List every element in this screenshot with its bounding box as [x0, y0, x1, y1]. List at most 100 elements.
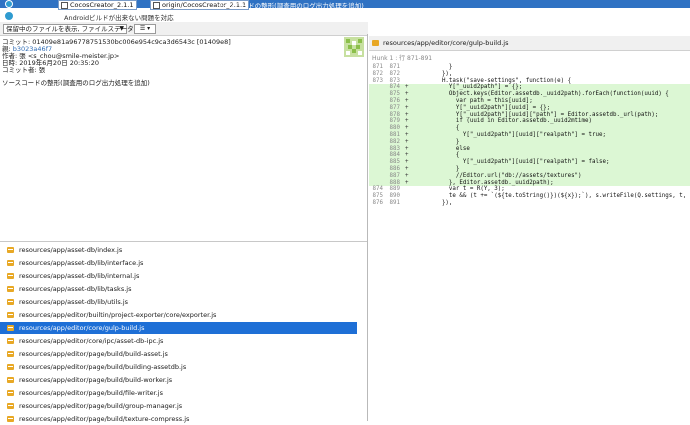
diff-line-added[interactable]: 876 + var path = this[uuid];	[369, 98, 690, 105]
file-list-item[interactable]: resources/app/asset-db/lib/utils.js	[0, 296, 357, 308]
file-view-select[interactable]: 保留中のファイルを表示, ファイルステータス順 ▼	[3, 24, 147, 34]
file-list-item[interactable]: resources/app/asset-db/lib/tasks.js	[0, 283, 357, 295]
old-line-number: 874	[372, 186, 383, 193]
file-list-item[interactable]: resources/app/editor/page/build/texture-…	[0, 413, 357, 425]
diff-line-context[interactable]: 873 873 H.task("save-settings", function(…	[369, 78, 690, 85]
diff-line-added[interactable]: 883 + else	[369, 145, 690, 153]
commit-graph[interactable]: CocosCreator_2.1.1 origin/CocosCreator_2…	[0, 0, 690, 22]
vertical-splitter[interactable]	[367, 34, 368, 421]
commit-row-selected[interactable]: CocosCreator_2.1.1 origin/CocosCreator_2…	[0, 0, 690, 10]
diff-marker: +	[405, 104, 409, 111]
file-list-item[interactable]: resources/app/editor/page/build/file-wri…	[0, 387, 357, 399]
modified-file-icon	[7, 312, 14, 318]
code-text: if (uuid in Editor.assetdb._uuid2mtime)	[421, 118, 593, 125]
modified-file-icon	[7, 260, 14, 266]
code-text: Y["_uuid2path"][uuid]["realpath"] = fals…	[421, 159, 610, 166]
diff-line-added[interactable]: 885 + Y["_uuid2path"][uuid]["realpath"] =…	[369, 159, 690, 166]
file-path: resources/app/editor/core/gulp-build.js	[19, 324, 145, 332]
commit-node-icon	[5, 12, 13, 20]
options-menu-button[interactable]: ☰ ▾	[134, 24, 156, 34]
chevron-down-icon: ▼	[119, 25, 124, 32]
commit-details: コミット: 01409e81a96778751530bc006e954c9ca3…	[0, 36, 367, 241]
new-line-number: 889	[389, 186, 400, 193]
diff-line-added[interactable]: 888 + }, Editor.assetdb._uuid2path);	[369, 179, 690, 187]
diff-line-added[interactable]: 880 + {	[369, 125, 690, 132]
code-text: Y["_uuid2path"][uuid] = {};	[421, 104, 551, 111]
new-line-number: 880	[389, 125, 400, 132]
file-list-item[interactable]: resources/app/asset-db/index.js	[0, 244, 357, 256]
diff-line-added[interactable]: 887 + //Editor.url("db://assets/textures"…	[369, 172, 690, 180]
code-text: //Editor.url("db://assets/textures")	[421, 172, 582, 179]
diff-line-added[interactable]: 878 + Y["_uuid2path"][uuid]["path"] = Edi…	[369, 111, 690, 119]
diff-marker: +	[405, 91, 409, 98]
modified-file-icon	[7, 286, 14, 292]
file-list-item[interactable]: resources/app/editor/core/gulp-build.js	[0, 322, 357, 334]
avatar	[344, 37, 364, 57]
new-line-number: 888	[389, 179, 400, 186]
pane-divider[interactable]	[0, 241, 368, 242]
file-list-item[interactable]: resources/app/editor/page/build/build-wo…	[0, 374, 357, 386]
old-line-number: 873	[372, 77, 383, 84]
modified-file-icon	[7, 338, 14, 344]
file-list-item[interactable]: resources/app/editor/core/ipc/asset-db-i…	[0, 335, 357, 347]
branch-icon	[61, 1, 68, 9]
commit-message: ソースコードの整形(調査用のログ出力処理を追加)	[216, 2, 364, 10]
new-line-number: 886	[389, 166, 400, 172]
new-line-number: 877	[389, 104, 400, 111]
modified-file-icon	[7, 247, 14, 253]
code-text: }),	[421, 70, 453, 77]
code-text: }),	[421, 200, 453, 206]
file-path: resources/app/asset-db/lib/internal.js	[19, 272, 140, 280]
diff-marker: +	[405, 118, 409, 125]
new-line-number: 884	[389, 152, 400, 159]
code-text: else	[421, 145, 470, 152]
diff-line-context[interactable]: 872 872 }),	[369, 71, 690, 78]
diff-line-added[interactable]: 874 + Y["_uuid2path"] = {};	[369, 84, 690, 92]
code-text: var t = R(Y, 3);	[421, 186, 505, 193]
file-path: resources/app/editor/page/build/build-as…	[19, 350, 168, 358]
file-list-item[interactable]: resources/app/editor/page/build/group-ma…	[0, 400, 357, 412]
diff-line-context[interactable]: 876 891 }),	[369, 200, 690, 207]
diff-line-added[interactable]: 877 + Y["_uuid2path"][uuid] = {};	[369, 104, 690, 112]
diff-marker: +	[405, 152, 409, 159]
code-text: H.task("save-settings", function(e) {	[421, 77, 572, 84]
modified-file-icon	[7, 416, 14, 422]
diff-marker: +	[405, 125, 409, 132]
file-path: resources/app/editor/page/build/building…	[19, 363, 187, 371]
code-text: Y["_uuid2path"] = {};	[421, 84, 523, 91]
diff-marker: +	[405, 145, 409, 152]
file-toolbar: 保留中のファイルを表示, ファイルステータス順 ▼ ☰ ▾	[0, 22, 368, 36]
modified-file-icon	[7, 377, 14, 383]
diff-line-context[interactable]: 874 889 var t = R(Y, 3);	[369, 186, 690, 193]
diff-line-added[interactable]: 886 + }	[369, 166, 690, 173]
modified-file-icon	[7, 273, 14, 279]
file-path: resources/app/editor/page/build/build-wo…	[19, 376, 173, 384]
diff-marker: +	[405, 172, 409, 179]
diff-line-added[interactable]: 884 + {	[369, 152, 690, 160]
old-line-number: 876	[372, 200, 383, 206]
code-text: {	[421, 125, 460, 132]
branch-tag[interactable]: CocosCreator_2.1.1	[58, 0, 137, 10]
new-line-number: 876	[389, 98, 400, 104]
new-line-number: 872	[389, 70, 400, 77]
diff-marker: +	[405, 132, 409, 138]
code-text: Y["_uuid2path"][uuid]["path"] = Editor.a…	[421, 111, 659, 118]
file-list-item[interactable]: resources/app/asset-db/lib/interface.js	[0, 257, 357, 269]
file-list-item[interactable]: resources/app/asset-db/lib/internal.js	[0, 270, 357, 282]
file-list-item[interactable]: resources/app/editor/builtin/project-exp…	[0, 309, 357, 321]
file-list-item[interactable]: resources/app/editor/page/build/building…	[0, 361, 357, 373]
diff-line-added[interactable]: 879 + if (uuid in Editor.assetdb._uuid2mt…	[369, 118, 690, 126]
new-line-number: 883	[389, 145, 400, 152]
hunk-header: Hunk 1 : 行 871-891	[369, 51, 690, 62]
branch-icon	[153, 1, 160, 9]
modified-file-icon	[7, 299, 14, 305]
diff-line-added[interactable]: 875 + Object.keys(Editor.assetdb._uuid2pa…	[369, 91, 690, 98]
diff-marker: +	[405, 138, 409, 145]
diff-line-context[interactable]: 875 890 te && (t += `(${te.toString()})($…	[369, 193, 690, 200]
diff-line-context[interactable]: 871 871 }	[369, 64, 690, 71]
diff-line-added[interactable]: 881 + Y["_uuid2path"][uuid]["realpath"] =…	[369, 132, 690, 139]
commit-row[interactable]: Androidビルドが出来ない問題を対応	[0, 10, 690, 22]
diff-line-added[interactable]: 882 + }	[369, 138, 690, 146]
file-list-item[interactable]: resources/app/editor/page/build/build-as…	[0, 348, 357, 360]
diff-view[interactable]: 871 871 } 872 872 }), 873 873 H.task("save-se…	[369, 64, 690, 421]
